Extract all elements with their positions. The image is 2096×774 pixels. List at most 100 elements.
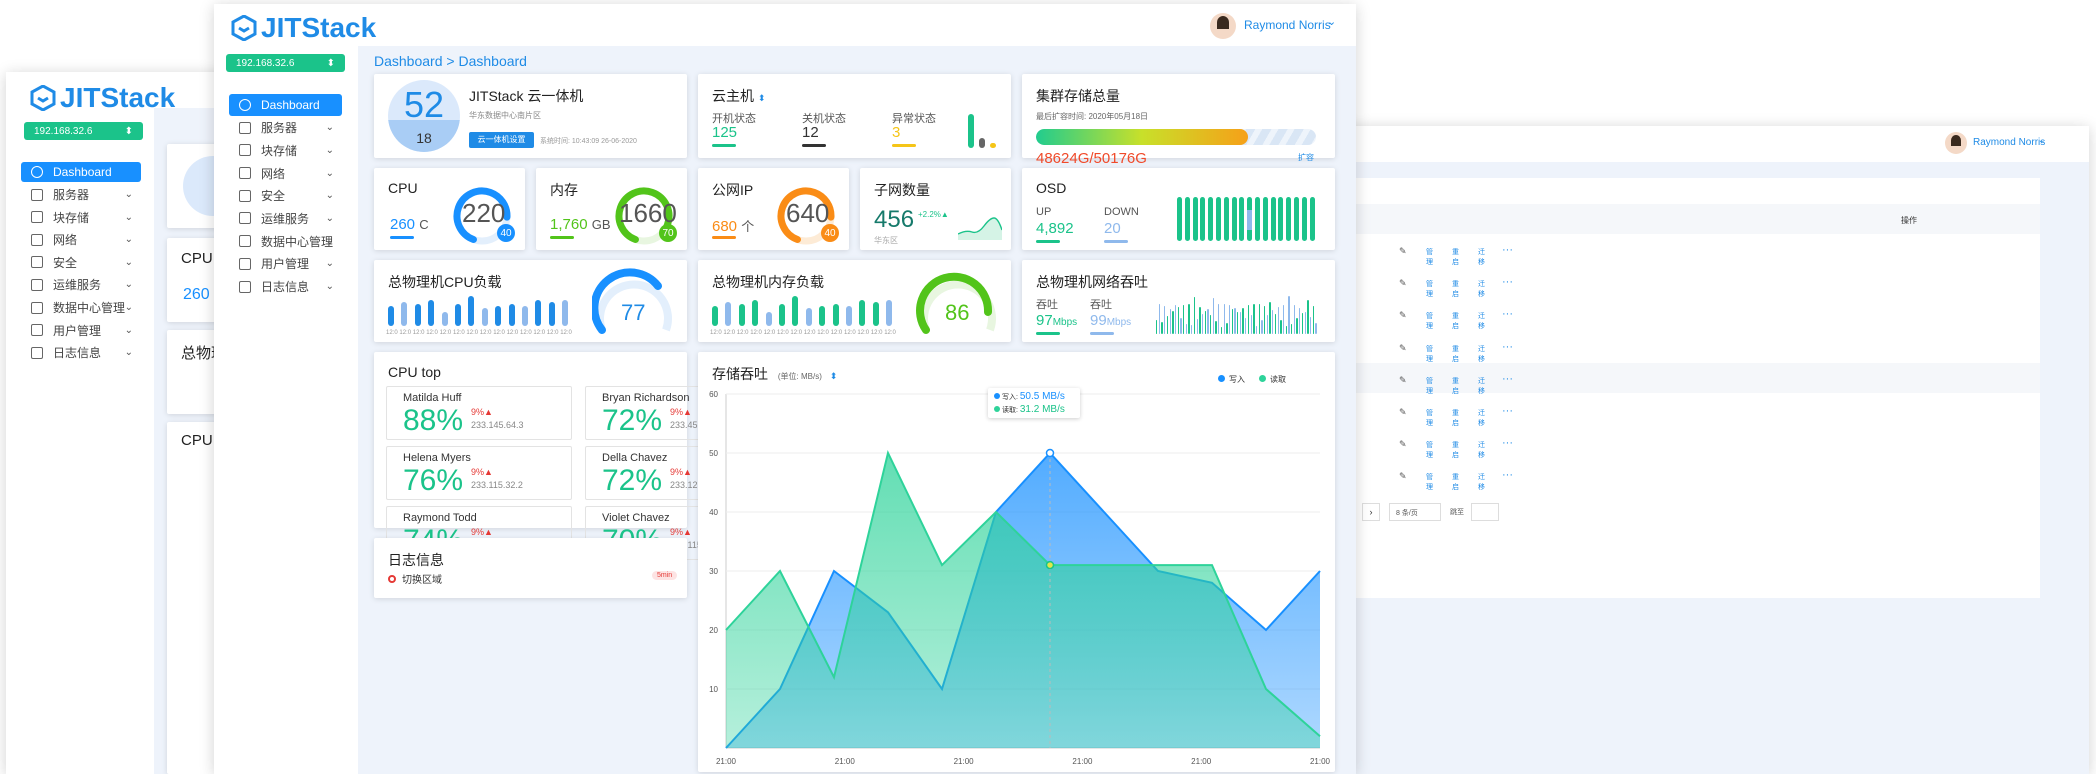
row-action-link[interactable]: 迁移 [1478, 376, 1485, 396]
sidebar-item-label: 数据中心管理 [53, 301, 126, 316]
storage-title: 集群存储总量 [1036, 88, 1120, 104]
hover-point-read [1045, 560, 1055, 570]
avatar[interactable] [1210, 13, 1236, 39]
row-action-link[interactable]: 重启 [1452, 247, 1459, 267]
sidebar-item-3[interactable]: 网络 ⌄ [229, 162, 342, 184]
sidebar-item-6[interactable]: 数据中心管理 ⌄ [229, 230, 342, 252]
row-action-link[interactable]: 管理 [1426, 472, 1433, 492]
load-bar [792, 296, 799, 326]
chevron-down-icon[interactable]: ⌄ [1327, 15, 1336, 28]
net-bar [1288, 296, 1290, 334]
more-icon[interactable]: ··· [1502, 373, 1513, 385]
row-action-link[interactable]: 重启 [1452, 472, 1459, 492]
load-bar [548, 302, 555, 326]
sidebar-item-1[interactable]: 服务器 ⌄ [229, 117, 342, 139]
row-action-link[interactable]: 迁移 [1478, 247, 1485, 267]
edit-icon[interactable]: ✎ [1399, 471, 1407, 482]
sidebar-item-5[interactable]: 运维服务 ⌄ [21, 275, 141, 295]
user-name[interactable]: Raymond Norris [1244, 18, 1331, 32]
chevron-down-icon: ⌄ [124, 234, 133, 246]
sidebar-item-4[interactable]: 安全 ⌄ [21, 252, 141, 272]
edit-icon[interactable]: ✎ [1399, 246, 1407, 257]
net-bar [1204, 310, 1206, 334]
brand-logo[interactable]: JITStack [231, 12, 376, 44]
ip-select[interactable]: 192.168.32.6 ⬍ [226, 54, 345, 72]
load-tick: 12:0 [439, 330, 452, 336]
row-action-link[interactable]: 重启 [1452, 279, 1459, 299]
user-name-small[interactable]: Raymond Norris [1973, 137, 2045, 148]
row-action-link[interactable]: 重启 [1452, 408, 1459, 428]
row-action-link[interactable]: 迁移 [1478, 311, 1485, 331]
row-action-link[interactable]: 重启 [1452, 311, 1459, 331]
net-bar [1161, 321, 1163, 334]
more-icon[interactable]: ··· [1502, 244, 1513, 256]
y-tick: 60 [709, 390, 718, 399]
more-icon[interactable]: ··· [1502, 437, 1513, 449]
cpu-top-item[interactable]: Matilda Huff 88% 9%▲ 233.145.64.3 [386, 386, 572, 440]
edit-icon[interactable]: ✎ [1399, 278, 1407, 289]
more-icon[interactable]: ··· [1502, 341, 1513, 353]
sidebar-item-8[interactable]: 日志信息 ⌄ [229, 276, 342, 298]
chevron-down-icon[interactable]: ⌄ [2038, 135, 2046, 146]
sidebar-item-2[interactable]: 块存储 ⌄ [21, 207, 141, 227]
edit-icon[interactable]: ✎ [1399, 439, 1407, 450]
appliance-settings-button[interactable]: 云一体机设置 [469, 132, 534, 148]
alert-icon [388, 574, 396, 583]
row-action-link[interactable]: 重启 [1452, 344, 1459, 364]
net-bar [1220, 327, 1223, 334]
sidebar-item-2[interactable]: 块存储 ⌄ [229, 139, 342, 161]
row-action-link[interactable]: 管理 [1426, 440, 1433, 460]
row-action-link[interactable]: 管理 [1426, 408, 1433, 428]
sidebar-item-1[interactable]: 服务器 ⌄ [21, 185, 141, 205]
avatar-small[interactable] [1945, 132, 1967, 154]
edit-icon[interactable]: ✎ [1399, 310, 1407, 321]
row-action-link[interactable]: 管理 [1426, 279, 1433, 299]
more-icon[interactable]: ··· [1502, 276, 1513, 288]
load-tick: 12:0 [763, 330, 776, 336]
row-action-link[interactable]: 管理 [1426, 376, 1433, 396]
sidebar-item-0[interactable]: Dashboard [21, 162, 141, 182]
edit-icon[interactable]: ✎ [1399, 407, 1407, 418]
load-bar [712, 306, 718, 326]
row-action-link[interactable]: 迁移 [1478, 408, 1485, 428]
load-tick: 12:0 [453, 330, 465, 336]
row-action-link[interactable]: 管理 [1426, 247, 1433, 267]
edit-icon[interactable]: ✎ [1399, 343, 1407, 354]
more-icon[interactable]: ··· [1502, 308, 1513, 320]
row-action-link[interactable]: 迁移 [1478, 279, 1485, 299]
sidebar-item-4[interactable]: 安全 ⌄ [229, 185, 342, 207]
sidebar-item-label: 数据中心管理 [261, 234, 334, 249]
log-item[interactable]: 切换区域 [388, 571, 442, 586]
row-action-link[interactable]: 重启 [1452, 376, 1459, 396]
more-icon[interactable]: ··· [1502, 469, 1513, 481]
row-action-link[interactable]: 重启 [1452, 440, 1459, 460]
sidebar-item-6[interactable]: 数据中心管理 ⌄ [21, 298, 141, 318]
row-action-link[interactable]: 管理 [1426, 311, 1433, 331]
ip-select[interactable]: 192.168.32.6 ⬍ [24, 122, 143, 140]
expand-link[interactable]: 扩容 [1298, 152, 1314, 163]
net-bar [1174, 305, 1177, 334]
row-action-link[interactable]: 迁移 [1478, 472, 1485, 492]
osd-bar [1239, 197, 1245, 241]
net-bar [1272, 310, 1274, 334]
sidebar-item-0[interactable]: Dashboard [229, 94, 342, 116]
sidebar-item-8[interactable]: 日志信息 ⌄ [21, 343, 141, 363]
net-bar [1210, 315, 1212, 334]
jump-input[interactable] [1471, 503, 1499, 521]
row-action-link[interactable]: 迁移 [1478, 344, 1485, 364]
sidebar-item-7[interactable]: 用户管理 ⌄ [229, 253, 342, 275]
row-action-link[interactable]: 迁移 [1478, 440, 1485, 460]
x-tick: 21:00 [835, 757, 856, 766]
more-icon[interactable]: ··· [1502, 405, 1513, 417]
osd-bar [1177, 197, 1182, 241]
window-right: Raymond Norris ⌄ 操作 ✎ 管理 重启 迁移 ··· ✎ 管理 重启 迁移 ···… [1300, 126, 2089, 774]
sidebar-item-5[interactable]: 运维服务 ⌄ [229, 207, 342, 229]
row-action-link[interactable]: 管理 [1426, 344, 1433, 364]
sidebar-item-3[interactable]: 网络 ⌄ [21, 230, 141, 250]
page-size-select[interactable]: 8 条/页 [1389, 503, 1441, 521]
pager-next[interactable]: › [1362, 503, 1380, 521]
sidebar-item-7[interactable]: 用户管理 ⌄ [21, 320, 141, 340]
cpu-top-item[interactable]: Helena Myers 76% 9%▲ 233.115.32.2 [386, 446, 572, 500]
net-bar [1291, 323, 1293, 334]
edit-icon[interactable]: ✎ [1399, 375, 1407, 386]
